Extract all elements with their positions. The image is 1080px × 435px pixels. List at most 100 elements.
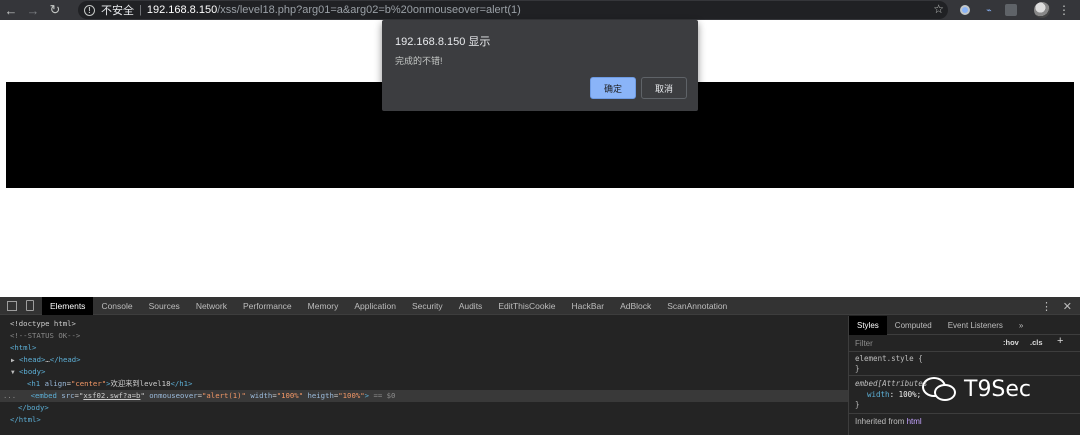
body-open-tag: <body> <box>19 367 46 376</box>
cls-toggle[interactable]: .cls <box>1030 338 1043 347</box>
h1-close-tag: </h1> <box>170 379 193 388</box>
browser-menu-icon[interactable]: ⋮ <box>1058 0 1070 20</box>
status-comment: <!--STATUS OK--> <box>10 331 81 340</box>
address-bar[interactable]: ! 不安全 | 192.168.8.150 /xss/level18.php?a… <box>78 1 948 19</box>
tab-hackbar[interactable]: HackBar <box>563 297 612 315</box>
tab-elements[interactable]: Elements <box>42 296 94 315</box>
dom-line[interactable]: <html> <box>0 342 848 354</box>
bookmark-star-icon[interactable]: ☆ <box>933 2 944 16</box>
divider <box>849 351 1080 352</box>
dom-line[interactable]: </body> <box>0 402 848 414</box>
extension-icon[interactable] <box>1005 4 1017 16</box>
style-property[interactable]: width: 100%; <box>867 390 921 399</box>
devtools-menu-icon[interactable]: ⋮ <box>1041 297 1052 315</box>
attribute-rule-selector[interactable]: embed[Attributes <box>855 379 927 388</box>
h1-text: 欢迎来到level18 <box>110 379 171 388</box>
browser-toolbar: ← → ↻ ! 不安全 | 192.168.8.150 /xss/level18… <box>0 0 1080 20</box>
head-close-tag: </head> <box>49 355 81 364</box>
tab-performance[interactable]: Performance <box>235 297 300 315</box>
watermark-text: T9Sec <box>964 376 1032 402</box>
property-name: width <box>867 390 890 399</box>
tab-styles[interactable]: Styles <box>849 315 887 335</box>
more-tabs-icon[interactable]: » <box>1011 316 1031 335</box>
rule-close-brace: } <box>855 400 860 409</box>
url-path[interactable]: /xss/level18.php?arg01=a&arg02=b%20onmou… <box>217 4 521 16</box>
tab-adblock[interactable]: AdBlock <box>612 297 659 315</box>
profile-avatar[interactable] <box>1034 2 1050 18</box>
src-attr-link[interactable]: xsf02.swf?a=b <box>83 391 140 400</box>
tab-event-listeners[interactable]: Event Listeners <box>940 316 1011 335</box>
inherited-text: Inherited from <box>855 417 905 426</box>
body-close-tag: </body> <box>18 403 49 412</box>
styles-tabbar: Styles Computed Event Listeners » <box>849 315 1080 335</box>
inherited-tag[interactable]: html <box>907 417 922 426</box>
html-open-tag: <html> <box>10 343 37 352</box>
dom-line[interactable]: </html> <box>0 414 848 426</box>
h1-open-tag: <h1 <box>27 379 41 388</box>
element-style-rule[interactable]: element.style { <box>855 354 923 363</box>
h1-attr-value: "center" <box>70 379 107 388</box>
heigth-attr-value: "100%" <box>338 391 365 400</box>
dom-line[interactable]: <h1 align="center">欢迎来到level18</h1> <box>0 378 848 390</box>
tab-memory[interactable]: Memory <box>300 297 347 315</box>
property-value: 100%; <box>898 390 922 399</box>
alert-title: 192.168.8.150 显示 <box>395 36 491 48</box>
ok-button[interactable]: 确定 <box>590 77 636 99</box>
inherited-label: Inherited from html <box>855 417 922 426</box>
back-icon[interactable]: ← <box>0 0 22 20</box>
html-close-tag: </html> <box>10 415 41 424</box>
divider <box>849 413 1080 414</box>
tab-console[interactable]: Console <box>93 297 140 315</box>
hov-toggle[interactable]: :hov <box>1003 338 1019 347</box>
doctype: <!doctype html> <box>10 319 76 328</box>
tab-computed[interactable]: Computed <box>887 316 940 335</box>
cancel-button[interactable]: 取消 <box>641 77 687 99</box>
dom-line[interactable]: ▼ <body> <box>0 366 848 378</box>
extension-icon[interactable] <box>958 3 972 17</box>
onmouseover-attr-name: onmouseover <box>149 391 198 400</box>
tab-security[interactable]: Security <box>404 297 451 315</box>
tab-editthiscookie[interactable]: EditThisCookie <box>490 297 563 315</box>
url-host[interactable]: 192.168.8.150 <box>147 4 217 16</box>
forward-icon[interactable]: → <box>22 0 44 20</box>
close-icon[interactable]: ✕ <box>1063 297 1072 315</box>
reload-icon[interactable]: ↻ <box>44 0 66 20</box>
wechat-icon <box>920 375 960 403</box>
new-rule-icon[interactable]: + <box>1057 335 1063 347</box>
screen: ← → ↻ ! 不安全 | 192.168.8.150 /xss/level18… <box>0 0 1080 435</box>
tab-application[interactable]: Application <box>346 297 404 315</box>
dom-line[interactable]: <!--STATUS OK--> <box>0 330 848 342</box>
row-dots[interactable]: ... <box>3 391 16 400</box>
tab-scanannotation[interactable]: ScanAnnotation <box>659 297 735 315</box>
tab-sources[interactable]: Sources <box>141 297 188 315</box>
watermark: T9Sec <box>920 372 1048 406</box>
devtools-panel: Elements Console Sources Network Perform… <box>0 296 1080 435</box>
tab-audits[interactable]: Audits <box>451 297 491 315</box>
src-attr-name: src <box>61 391 75 400</box>
device-toolbar-icon[interactable] <box>26 300 34 311</box>
h1-attr-name: align <box>44 379 67 388</box>
embed-open-tag: <embed <box>30 391 57 400</box>
head-open-tag: <head> <box>19 355 46 364</box>
dom-line-selected[interactable]: ... <embed src="xsf02.swf?a=b" onmouseov… <box>0 390 848 402</box>
dom-line[interactable]: <!doctype html> <box>0 318 848 330</box>
alert-dialog: 192.168.8.150 显示 完成的不错! 确定 取消 <box>382 20 698 111</box>
insecure-label[interactable]: 不安全 <box>101 2 134 18</box>
width-attr-name: width <box>250 391 273 400</box>
info-icon[interactable]: ! <box>84 4 95 16</box>
dom-tree: <!doctype html> <!--STATUS OK--> <html> … <box>0 316 848 435</box>
styles-filter-input[interactable]: Filter <box>855 339 995 350</box>
collapse-arrow-icon[interactable]: ▼ <box>11 369 15 376</box>
heigth-attr-name: heigth <box>307 391 334 400</box>
dom-line[interactable]: ▶ <head>…</head> <box>0 354 848 366</box>
extension-icon[interactable]: ⌁ <box>982 3 996 17</box>
selected-marker: == $0 <box>373 391 396 400</box>
tab-network[interactable]: Network <box>188 297 235 315</box>
alert-message: 完成的不错! <box>395 56 443 66</box>
url-separator: | <box>139 4 142 16</box>
embed-end: > <box>364 391 370 400</box>
expand-arrow-icon[interactable]: ▶ <box>11 357 15 364</box>
onmouseover-attr-value: "alert(1)" <box>202 391 246 400</box>
rule-close-brace: } <box>855 364 860 373</box>
inspect-element-icon[interactable] <box>7 300 17 311</box>
